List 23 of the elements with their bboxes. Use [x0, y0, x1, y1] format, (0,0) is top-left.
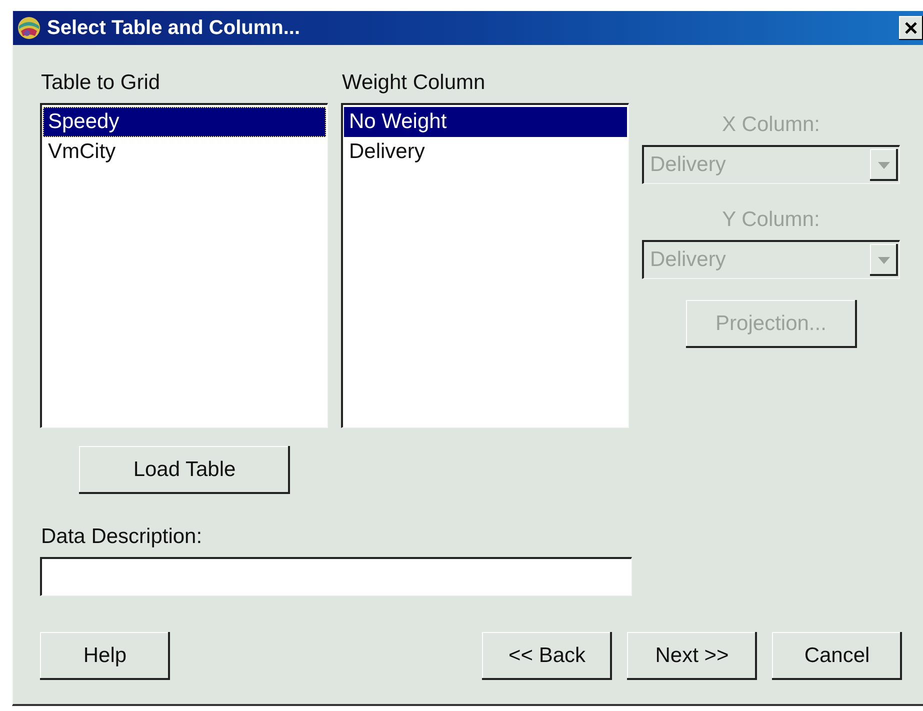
dialog-button[interactable]: Help: [40, 632, 170, 680]
dialog-button[interactable]: Cancel: [772, 632, 902, 680]
combo-label: X Column:: [722, 113, 820, 137]
list-box[interactable]: No Weight Delivery: [341, 103, 629, 428]
combo-label: Y Column:: [722, 208, 820, 232]
list-item[interactable]: VmCity: [43, 137, 326, 167]
list-item[interactable]: Delivery: [344, 137, 627, 167]
app-icon: [17, 16, 41, 40]
window-title: Select Table and Column...: [47, 16, 302, 40]
dialog-button[interactable]: Next >>: [627, 632, 757, 680]
load-table-button[interactable]: Load Table: [79, 446, 290, 494]
dialog-button[interactable]: << Back: [482, 632, 612, 680]
list-label: Weight Column: [342, 71, 486, 95]
caret-icon: [878, 162, 890, 168]
list-box[interactable]: Speedy VmCity: [40, 103, 328, 428]
list-item[interactable]: No Weight: [344, 107, 627, 137]
close-button[interactable]: [899, 16, 923, 40]
list-item[interactable]: Speedy: [43, 107, 326, 137]
close-icon: [905, 22, 917, 34]
field-label: Data Description:: [41, 525, 204, 549]
list-label: Table to Grid: [41, 71, 162, 95]
description-field[interactable]: [40, 557, 632, 596]
caret-icon: [878, 256, 890, 264]
